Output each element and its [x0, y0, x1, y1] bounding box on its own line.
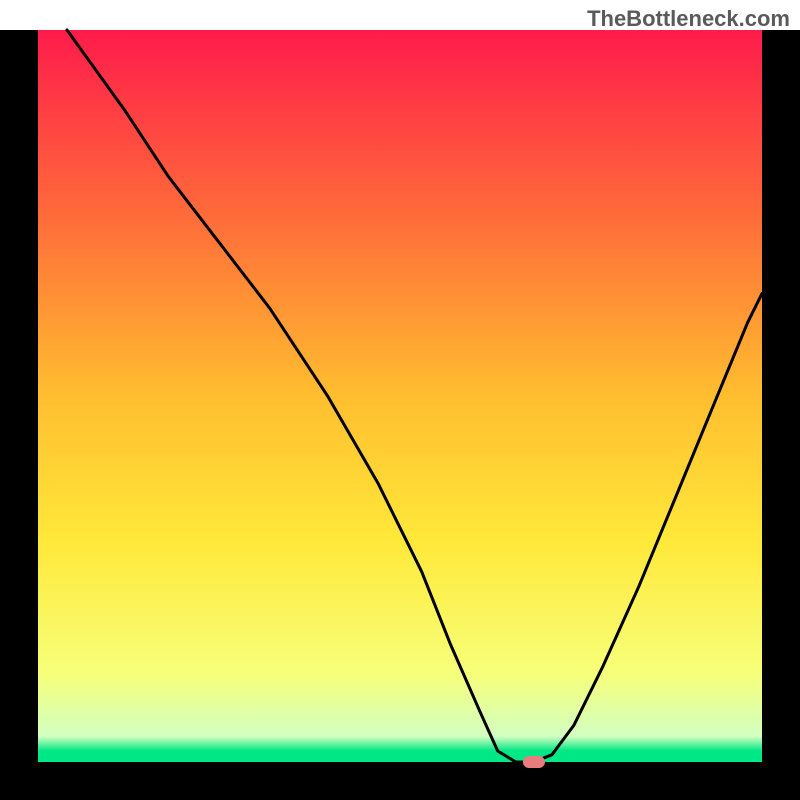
- frame-left: [0, 30, 38, 800]
- watermark-text: TheBottleneck.com: [587, 6, 790, 32]
- bottleneck-chart: [0, 0, 800, 800]
- frame-bottom: [0, 762, 800, 800]
- chart-background-gradient: [38, 30, 762, 762]
- frame-right: [762, 30, 800, 800]
- selected-point-marker: [523, 756, 545, 768]
- chart-container: TheBottleneck.com: [0, 0, 800, 800]
